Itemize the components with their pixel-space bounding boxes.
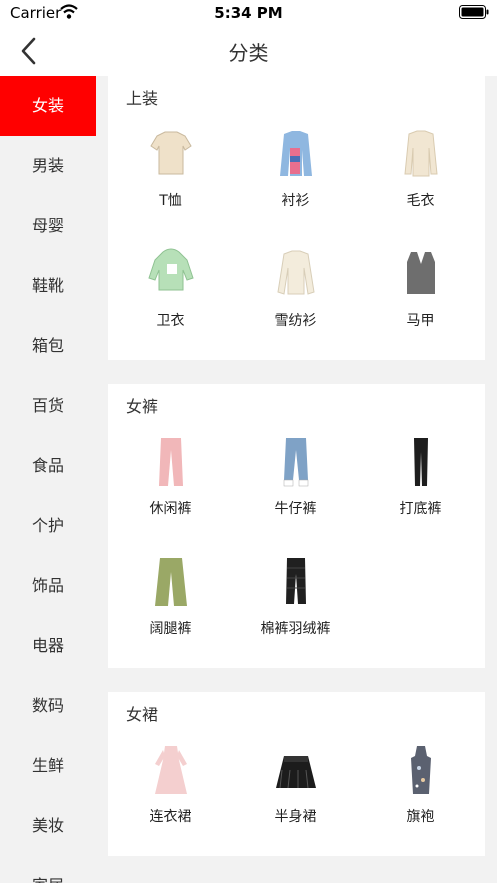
subcategory-item[interactable]: 半身裙	[233, 736, 358, 856]
sidebar-item-13[interactable]: 家居	[0, 856, 96, 883]
section-title: 女裤	[126, 397, 159, 416]
subcategory-item[interactable]: 牛仔裤	[233, 428, 358, 548]
subcategory-label: 马甲	[406, 313, 435, 329]
down-pants-icon	[266, 552, 326, 612]
hoodie-icon	[141, 244, 201, 304]
sidebar-item-5[interactable]: 百货	[0, 376, 96, 436]
sidebar-item-7[interactable]: 个护	[0, 496, 96, 556]
subcategory-item[interactable]: 棉裤羽绒裤	[233, 548, 358, 668]
pants-icon	[141, 432, 201, 492]
leggings-icon	[391, 432, 451, 492]
subcategory-label: 阔腿裤	[149, 621, 192, 637]
sidebar-item-0[interactable]: 女装	[0, 76, 96, 136]
subcategory-item[interactable]: 阔腿裤	[108, 548, 233, 668]
subcategory-item[interactable]: 马甲	[358, 240, 483, 360]
subcategory-item[interactable]: 衬衫	[233, 120, 358, 240]
subcategory-grid: 休闲裤 牛仔裤 打底裤阔腿裤 棉裤羽绒裤	[108, 418, 485, 668]
subcategory-label: 休闲裤	[149, 501, 192, 517]
subcategory-section: 上装 T恤 衬衫 毛衣卫衣 雪纺衫 马甲	[108, 76, 485, 360]
section-title: 女裙	[126, 705, 159, 724]
sidebar-item-6[interactable]: 食品	[0, 436, 96, 496]
status-time: 5:34 PM	[214, 4, 283, 22]
subcategory-item[interactable]: 毛衣	[358, 120, 483, 240]
battery-icon	[459, 5, 489, 19]
page-title: 分类	[228, 41, 269, 65]
subcategory-item[interactable]: 卫衣	[108, 240, 233, 360]
subcategory-label: T恤	[159, 193, 182, 209]
subcategory-label: 衬衫	[281, 193, 310, 209]
subcategory-section: 女裙连衣裙 半身裙 旗袍	[108, 692, 485, 856]
subcategory-label: 连衣裙	[149, 809, 192, 825]
subcategory-item[interactable]: 旗袍	[358, 736, 483, 856]
subcategory-label: 打底裤	[399, 501, 442, 517]
subcategory-item[interactable]: 打底裤	[358, 428, 483, 548]
subcategory-label: 旗袍	[406, 809, 435, 825]
sidebar-item-2[interactable]: 母婴	[0, 196, 96, 256]
skirt-icon	[266, 740, 326, 800]
sidebar-item-8[interactable]: 饰品	[0, 556, 96, 616]
subcategory-label: 毛衣	[406, 193, 435, 209]
sweater-icon	[391, 124, 451, 184]
subcategory-label: 卫衣	[156, 313, 185, 329]
subcategory-item[interactable]: 休闲裤	[108, 428, 233, 548]
wide-pants-icon	[141, 552, 201, 612]
subcategory-grid: T恤 衬衫 毛衣卫衣 雪纺衫 马甲	[108, 110, 485, 360]
qipao-icon	[391, 740, 451, 800]
blouse-icon	[266, 244, 326, 304]
subcategory-label: 雪纺衫	[274, 313, 317, 329]
dress-icon	[141, 740, 201, 800]
shirt-icon	[266, 124, 326, 184]
sidebar-item-12[interactable]: 美妆	[0, 796, 96, 856]
subcategory-item[interactable]: 雪纺衫	[233, 240, 358, 360]
subcategory-label: 半身裙	[274, 809, 317, 825]
sidebar-item-3[interactable]: 鞋靴	[0, 256, 96, 316]
subcategory-section: 女裤休闲裤 牛仔裤 打底裤阔腿裤 棉裤羽绒裤	[108, 384, 485, 668]
tshirt-icon	[141, 124, 201, 184]
sidebar-item-9[interactable]: 电器	[0, 616, 96, 676]
sidebar-item-1[interactable]: 男装	[0, 136, 96, 196]
subcategory-item[interactable]: T恤	[108, 120, 233, 240]
nav-bar: 分类	[0, 26, 497, 76]
sidebar-item-10[interactable]: 数码	[0, 676, 96, 736]
sidebar-item-11[interactable]: 生鲜	[0, 736, 96, 796]
subcategory-item[interactable]: 连衣裙	[108, 736, 233, 856]
jeans-icon	[266, 432, 326, 492]
subcategory-grid: 连衣裙 半身裙 旗袍	[108, 726, 485, 856]
category-sidebar: 女装男装母婴鞋靴箱包百货食品个护饰品电器数码生鲜美妆家居	[0, 76, 96, 883]
vest-icon	[391, 244, 451, 304]
status-bar: Carrier 5:34 PM	[0, 0, 497, 26]
subcategory-label: 棉裤羽绒裤	[260, 621, 331, 637]
subcategory-label: 牛仔裤	[274, 501, 317, 517]
section-title: 上装	[126, 89, 159, 108]
subcategory-content: 上装 T恤 衬衫 毛衣卫衣 雪纺衫 马甲女裤休闲裤 牛仔裤 打底裤阔腿裤 棉裤羽绒裤女裙连衣裙 半…	[108, 76, 485, 883]
sidebar-item-4[interactable]: 箱包	[0, 316, 96, 376]
